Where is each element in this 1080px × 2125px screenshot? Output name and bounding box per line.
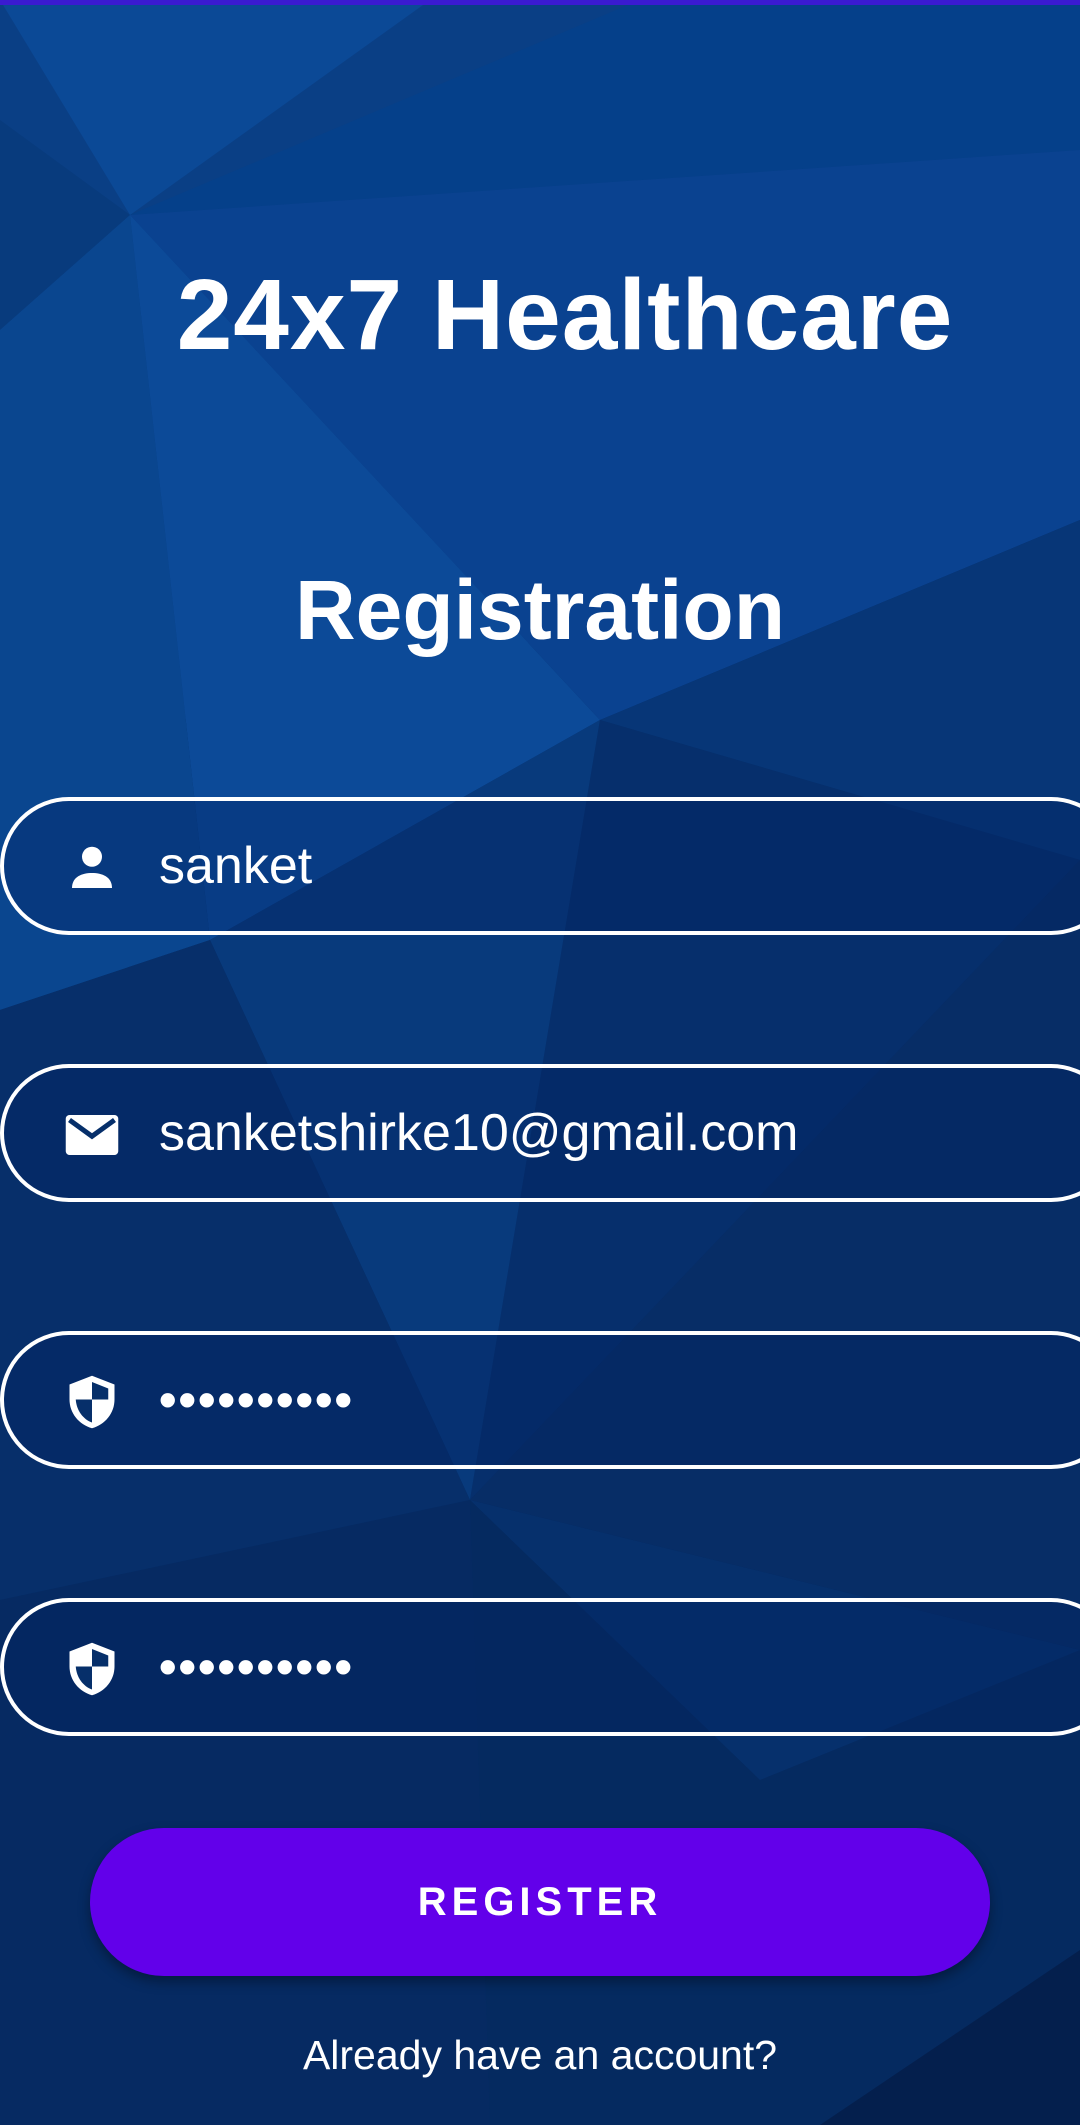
registration-screen: 24x7 Healthcare Registration sanket sank… — [0, 0, 1080, 2125]
password-field[interactable]: •••••••••• — [0, 1331, 1080, 1469]
shield-icon — [69, 1642, 115, 1696]
page-title: Registration — [294, 563, 786, 657]
email-field[interactable]: sanketshirke10@gmail.com — [0, 1064, 1080, 1202]
person-icon — [72, 846, 112, 888]
app-title: 24x7 Healthcare — [176, 259, 954, 371]
email-icon — [65, 1115, 119, 1155]
confirm-password-field[interactable]: •••••••••• — [0, 1598, 1080, 1736]
username-field[interactable]: sanket — [0, 797, 1080, 935]
shield-icon — [69, 1375, 115, 1429]
password-value: •••••••••• — [159, 1372, 355, 1428]
status-accent-line — [0, 0, 1080, 5]
username-value: sanket — [159, 837, 313, 895]
login-link[interactable]: Already have an account? — [0, 2025, 1080, 2085]
confirm-password-value: •••••••••• — [159, 1639, 355, 1695]
register-button[interactable]: REGISTER — [90, 1828, 990, 1976]
email-value: sanketshirke10@gmail.com — [159, 1104, 799, 1162]
